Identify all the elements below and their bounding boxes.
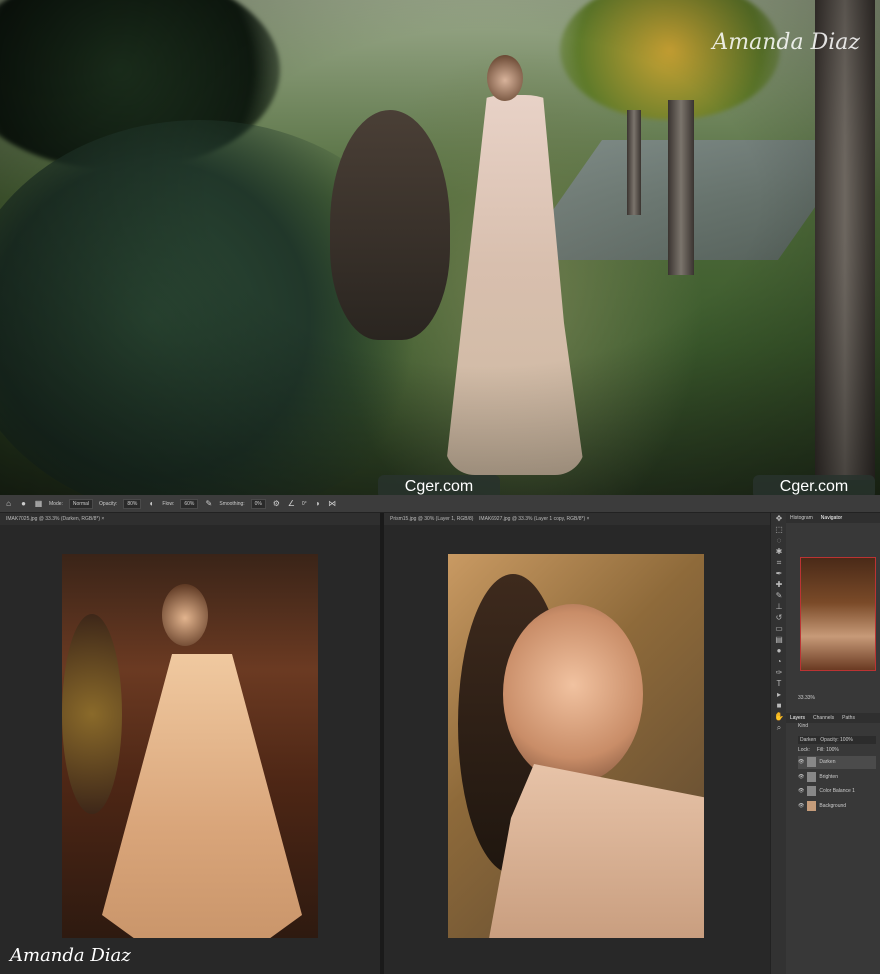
document-canvas-right[interactable]	[384, 525, 770, 974]
smoothing-field[interactable]: 0%	[250, 498, 266, 509]
options-bar: ⌂ ● ▦ Mode: Normal Opacity: 80% ◐ Flow: …	[0, 495, 880, 513]
tab-histogram[interactable]: Histogram	[790, 513, 813, 523]
layer-row[interactable]: 👁 Color Balance 1	[798, 785, 876, 798]
navigator-tabs: Histogram Navigator	[786, 513, 880, 523]
zoom-icon[interactable]: ⌕	[771, 722, 787, 733]
brush-panel-icon[interactable]: ▦	[34, 499, 43, 508]
brush-preset-icon[interactable]: ●	[19, 499, 28, 508]
portrait-photo-left	[62, 554, 318, 938]
signature-watermark: Amanda Diaz	[712, 30, 860, 55]
history-brush-icon[interactable]: ↺	[771, 612, 787, 623]
navigator-thumbnail[interactable]	[800, 557, 876, 671]
angle-value[interactable]: 0°	[302, 501, 307, 507]
opacity-field[interactable]: Opacity: 100%	[820, 737, 853, 743]
zoom-level[interactable]: 33.33%	[798, 695, 815, 701]
layers-panel: Layers Channels Paths Kind	[786, 713, 880, 729]
symmetry-icon[interactable]: ⋈	[328, 499, 337, 508]
blur-icon[interactable]: ●	[771, 645, 787, 656]
move-icon[interactable]: ✥	[771, 513, 787, 524]
pressure-opacity-icon[interactable]: ◐	[147, 499, 156, 508]
pen-icon[interactable]: ✑	[771, 667, 787, 678]
eraser-icon[interactable]: ▭	[771, 623, 787, 634]
opacity-label: Opacity:	[99, 500, 118, 507]
tab-left-document[interactable]: IMAK7025.jpg @ 33.3% (Darken, RGB/8*) ×	[0, 513, 380, 525]
filter-kind[interactable]: Kind	[786, 723, 880, 729]
hand-icon[interactable]: ✋	[771, 711, 787, 722]
layer-thumbnail	[807, 801, 817, 811]
tab-prism[interactable]: Prism15.jpg @ 30% (Layer 1, RGB/8)	[390, 516, 473, 522]
eyedropper-icon[interactable]: ✒	[771, 568, 787, 579]
layer-thumbnail	[807, 786, 817, 796]
model-face	[503, 604, 643, 784]
airbrush-icon[interactable]: ✎	[204, 499, 213, 508]
pressure-size-icon[interactable]: ◑	[313, 499, 322, 508]
opacity-field[interactable]: 80%	[123, 498, 142, 509]
settings-gear-icon[interactable]: ⚙	[272, 499, 281, 508]
type-icon[interactable]: T	[771, 678, 787, 689]
photoshop-window: ⌂ ● ▦ Mode: Normal Opacity: 80% ◐ Flow: …	[0, 495, 880, 974]
visibility-eye-icon[interactable]: 👁	[798, 785, 804, 798]
healing-icon[interactable]: ✚	[771, 579, 787, 590]
flow-field[interactable]: 60%	[180, 498, 199, 509]
visibility-eye-icon[interactable]: 👁	[798, 756, 804, 769]
layer-row[interactable]: 👁 Background	[798, 800, 876, 813]
mode-label: Mode:	[49, 500, 63, 507]
brush-icon[interactable]: ✎	[771, 590, 787, 601]
tab-imak6927[interactable]: IMAK6927.jpg @ 33.3% (Layer 1 copy, RGB/…	[479, 516, 589, 522]
tab-paths[interactable]: Paths	[842, 713, 855, 723]
signature-watermark: Amanda Diaz	[10, 945, 131, 966]
portrait-photo-right	[448, 554, 704, 938]
lace-gown	[102, 654, 302, 938]
layer-row[interactable]: 👁 Brighten	[798, 771, 876, 784]
mode-select[interactable]: Normal	[68, 498, 94, 509]
layer-thumbnail	[807, 757, 817, 767]
document-canvas-left[interactable]: Amanda Diaz	[0, 525, 380, 974]
right-panels: Histogram Navigator 33.33% Layers Channe…	[786, 513, 880, 974]
hero-photo: Amanda Diaz	[0, 0, 880, 495]
tab-navigator[interactable]: Navigator	[821, 513, 842, 523]
toolbar: ✥ ⬚ ◌ ✱ ⌗ ✒ ✚ ✎ ⊥ ↺ ▭ ▤ ● ◔ ✑ T ▸ ■ ✋ ⌕	[770, 513, 787, 974]
stamp-icon[interactable]: ⊥	[771, 601, 787, 612]
model-head	[162, 584, 208, 646]
home-icon[interactable]: ⌂	[4, 499, 13, 508]
fill-field[interactable]: Fill: 100%	[817, 747, 839, 753]
crop-icon[interactable]: ⌗	[771, 557, 787, 568]
quick-select-icon[interactable]: ✱	[771, 546, 787, 557]
tab-right-documents[interactable]: Prism15.jpg @ 30% (Layer 1, RGB/8) IMAK6…	[384, 513, 770, 525]
tab-layers[interactable]: Layers	[790, 713, 805, 723]
angle-icon[interactable]: ∠	[287, 499, 296, 508]
smoothing-label: Smoothing:	[219, 500, 245, 507]
dodge-icon[interactable]: ◔	[771, 656, 787, 667]
lasso-icon[interactable]: ◌	[771, 535, 787, 546]
flow-label: Flow:	[162, 500, 175, 507]
visibility-eye-icon[interactable]: 👁	[798, 800, 804, 813]
visibility-eye-icon[interactable]: 👁	[798, 771, 804, 784]
gradient-icon[interactable]: ▤	[771, 634, 787, 645]
marquee-icon[interactable]: ⬚	[771, 524, 787, 535]
blend-mode-select[interactable]: Darken Opacity: 100%	[798, 736, 876, 744]
layer-thumbnail	[807, 772, 817, 782]
lock-row: Lock: Fill: 100%	[798, 747, 839, 753]
tab-channels[interactable]: Channels	[813, 713, 834, 723]
path-select-icon[interactable]: ▸	[771, 689, 787, 700]
shape-icon[interactable]: ■	[771, 700, 787, 711]
layer-row[interactable]: 👁 Darken	[798, 756, 876, 769]
